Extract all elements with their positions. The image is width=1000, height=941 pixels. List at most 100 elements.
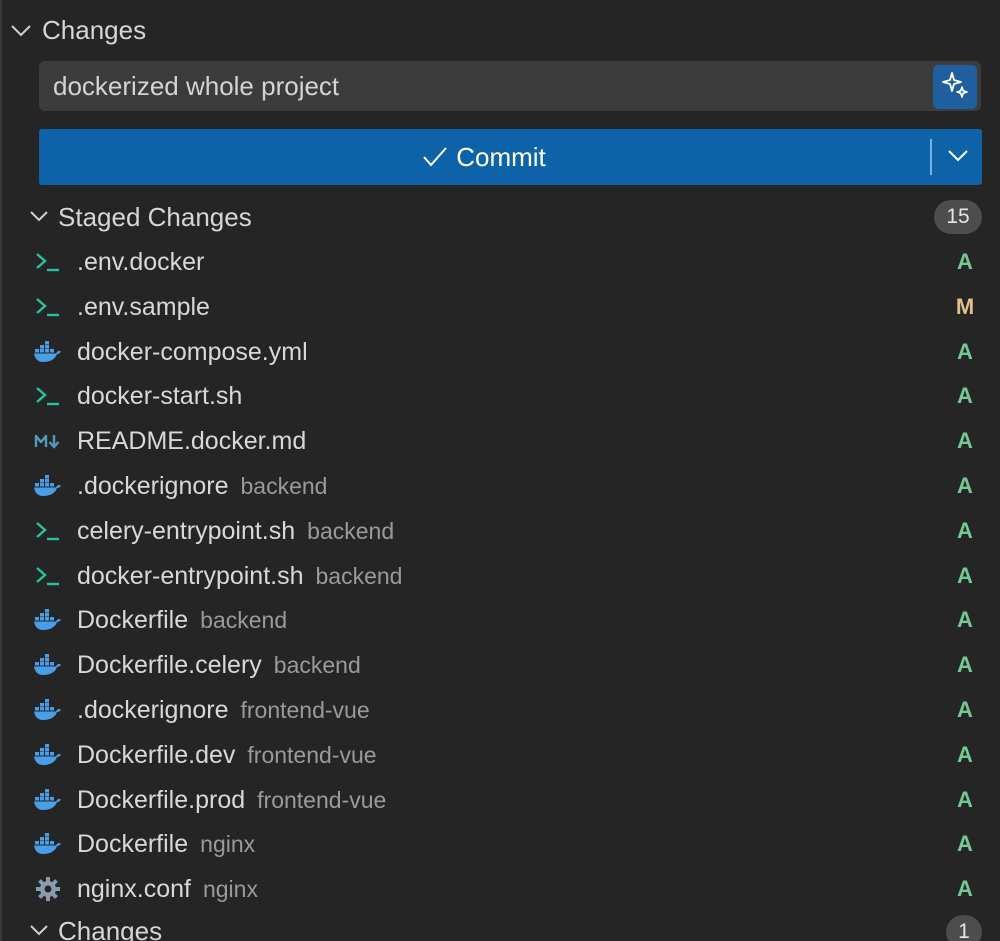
file-name-text: docker-compose.yml (77, 337, 308, 366)
file-status-badge: A (957, 383, 973, 409)
file-name: Dockerfile.celery backend (77, 643, 361, 687)
chevron-down-icon (30, 210, 48, 224)
file-name-text: nginx.conf (77, 875, 191, 904)
file-status-badge: M (955, 293, 975, 319)
file-directory: backend (307, 517, 395, 544)
docker-icon (34, 339, 62, 365)
changes-count-badge: 1 (946, 915, 982, 941)
file-name-text: celery-entrypoint.sh (77, 516, 296, 545)
commit-button-label: Commit (456, 141, 546, 172)
file-name: docker-compose.yml (77, 330, 308, 374)
file-name: .env.sample (77, 285, 210, 329)
docker-icon (34, 697, 62, 723)
file-name: celery-entrypoint.sh backend (77, 509, 394, 553)
file-directory: nginx (202, 876, 258, 903)
file-status-badge: A (957, 517, 973, 543)
commit-button[interactable]: Commit (39, 129, 929, 185)
terminal-icon (34, 249, 62, 275)
file-row[interactable]: docker-compose.yml A (0, 330, 1000, 374)
file-name-text: .env.docker (77, 248, 205, 276)
file-name-text: Dockerfile.prod (77, 785, 246, 814)
docker-icon (34, 473, 62, 499)
file-name: nginx.conf nginx (77, 867, 258, 911)
file-row[interactable]: Dockerfile backend A (0, 598, 1000, 642)
file-name: Dockerfile.prod frontend-vue (77, 778, 386, 822)
sparkle-icon (940, 70, 970, 105)
file-name: docker-entrypoint.sh backend (77, 554, 402, 598)
file-name: .dockerignore backend (77, 464, 327, 508)
terminal-icon (34, 563, 62, 589)
file-row[interactable]: .dockerignore backend A (0, 464, 1000, 508)
file-name-text: .dockerignore (77, 696, 229, 724)
docker-icon (34, 831, 62, 857)
commit-message-text[interactable]: dockerized whole project (53, 61, 339, 111)
file-directory: frontend-vue (247, 741, 377, 768)
file-directory: backend (200, 607, 288, 634)
commit-button-divider (930, 139, 932, 175)
file-status-badge: A (957, 249, 973, 274)
file-directory: backend (240, 473, 328, 499)
section-header-changes[interactable]: Changes (10, 8, 146, 52)
docker-icon (34, 787, 62, 813)
file-name-text: docker-start.sh (77, 382, 243, 411)
terminal-icon (34, 294, 62, 320)
file-directory: nginx (200, 831, 256, 858)
check-icon (422, 146, 448, 168)
file-status-badge: A (957, 876, 973, 902)
file-status-badge: A (957, 607, 973, 633)
file-name: .env.docker (77, 240, 204, 284)
gear-icon (34, 876, 62, 902)
file-row[interactable]: docker-start.sh A (0, 374, 1000, 418)
file-row[interactable]: nginx.conf nginx A (0, 867, 1000, 911)
file-status-badge: A (957, 338, 973, 364)
file-row[interactable]: celery-entrypoint.sh backend A (0, 509, 1000, 553)
file-name: README.docker.md (77, 419, 306, 463)
file-name-text: README.docker.md (77, 427, 307, 456)
file-status-badge: A (957, 652, 973, 678)
file-status-badge: A (957, 428, 973, 454)
file-status-badge: A (957, 741, 973, 767)
section-header-changes-unstaged[interactable]: Changes (30, 909, 162, 941)
file-name-text: Dockerfile.celery (77, 651, 262, 680)
file-row[interactable]: .env.docker A (0, 240, 1000, 284)
file-name: Dockerfile backend (77, 598, 287, 642)
file-row[interactable]: docker-entrypoint.sh backend A (0, 554, 1000, 598)
commit-button-group: Commit (39, 129, 982, 185)
file-name: Dockerfile nginx (77, 822, 255, 866)
generate-commit-message-button[interactable] (933, 65, 977, 109)
file-name-text: Dockerfile (77, 830, 189, 859)
section-title: Changes (58, 915, 163, 941)
file-row[interactable]: Dockerfile.celery backend A (0, 643, 1000, 687)
file-row[interactable]: README.docker.md A (0, 419, 1000, 463)
file-row[interactable]: Dockerfile nginx A (0, 822, 1000, 866)
terminal-icon (34, 383, 62, 409)
chevron-down-icon (30, 924, 48, 938)
commit-message-input[interactable]: dockerized whole project (39, 61, 981, 111)
chevron-down-icon (10, 23, 31, 37)
file-name-text: docker-entrypoint.sh (77, 561, 304, 590)
docker-icon (34, 742, 62, 768)
terminal-icon (34, 518, 62, 544)
docker-icon (34, 652, 62, 678)
chevron-down-icon (947, 148, 969, 167)
file-row[interactable]: Dockerfile.prod frontend-vue A (0, 778, 1000, 822)
file-directory: frontend-vue (240, 697, 370, 723)
file-status-badge: A (957, 786, 973, 812)
file-row[interactable]: Dockerfile.dev frontend-vue A (0, 733, 1000, 777)
staged-count-badge: 15 (934, 200, 982, 234)
file-status-badge: A (957, 473, 973, 498)
file-directory: backend (273, 652, 361, 679)
file-status-badge: A (957, 697, 973, 722)
file-name-text: Dockerfile.dev (77, 740, 236, 769)
file-directory: frontend-vue (257, 786, 387, 813)
file-row[interactable]: .dockerignore frontend-vue A (0, 688, 1000, 732)
file-directory: backend (315, 562, 403, 589)
file-row[interactable]: .env.sample M (0, 285, 1000, 329)
commit-options-dropdown[interactable] (933, 129, 982, 185)
docker-icon (34, 607, 62, 633)
section-header-staged-changes[interactable]: Staged Changes (30, 195, 252, 239)
section-title: Staged Changes (58, 201, 252, 232)
file-name-text: .env.sample (77, 292, 210, 321)
file-name: docker-start.sh (77, 374, 242, 418)
file-status-badge: A (957, 831, 973, 857)
